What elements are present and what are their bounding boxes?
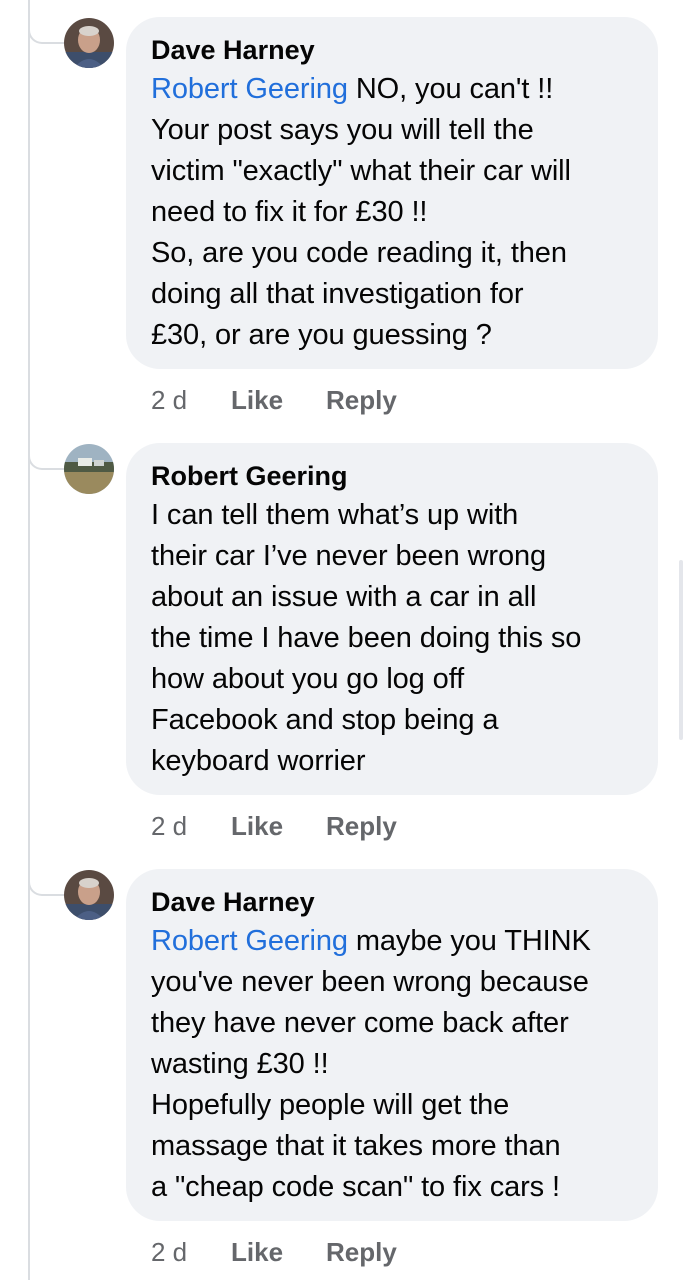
timestamp[interactable]: 2 d [151, 1237, 231, 1268]
reply-button[interactable]: Reply [326, 385, 397, 416]
avatar-photo-icon [64, 444, 114, 494]
comment-author[interactable]: Dave Harney [151, 33, 636, 67]
comment-bubble: Dave Harney Robert Geering maybe you THI… [126, 869, 658, 1221]
timestamp[interactable]: 2 d [151, 385, 231, 416]
comment-body: maybe you THINK you've never been wrong … [151, 925, 591, 1203]
mention-link[interactable]: Robert Geering [151, 925, 348, 957]
timestamp[interactable]: 2 d [151, 811, 231, 842]
avatar[interactable] [64, 444, 114, 494]
avatar-photo-icon [64, 18, 114, 68]
comment-body: NO, you can't !! Your post says you will… [151, 73, 571, 351]
scrollbar[interactable] [679, 560, 683, 740]
reply-button[interactable]: Reply [326, 1237, 397, 1268]
like-button[interactable]: Like [231, 811, 326, 842]
comment-thread: Dave Harney Robert Geering NO, you can't… [0, 0, 683, 1280]
avatar[interactable] [64, 18, 114, 68]
reply-connector [28, 24, 66, 44]
reply-button[interactable]: Reply [326, 811, 397, 842]
comment-body: I can tell them what’s up with their car… [151, 499, 582, 777]
avatar[interactable] [64, 870, 114, 920]
reply-connector [28, 450, 66, 470]
comment-actions: 2 d Like Reply [151, 1237, 397, 1268]
mention-link[interactable]: Robert Geering [151, 73, 348, 105]
comment-bubble: Robert Geering I can tell them what’s up… [126, 443, 658, 795]
comment-author[interactable]: Dave Harney [151, 885, 636, 919]
thread-line [28, 0, 30, 1280]
comment-text: Robert Geering maybe you THINK you've ne… [151, 921, 636, 1208]
like-button[interactable]: Like [231, 385, 326, 416]
like-button[interactable]: Like [231, 1237, 326, 1268]
comment-actions: 2 d Like Reply [151, 385, 397, 416]
comment-author[interactable]: Robert Geering [151, 459, 636, 493]
comment-bubble: Dave Harney Robert Geering NO, you can't… [126, 17, 658, 369]
comment-actions: 2 d Like Reply [151, 811, 397, 842]
reply-connector [28, 876, 66, 896]
avatar-photo-icon [64, 870, 114, 920]
comment-text: Robert Geering NO, you can't !! Your pos… [151, 69, 636, 356]
